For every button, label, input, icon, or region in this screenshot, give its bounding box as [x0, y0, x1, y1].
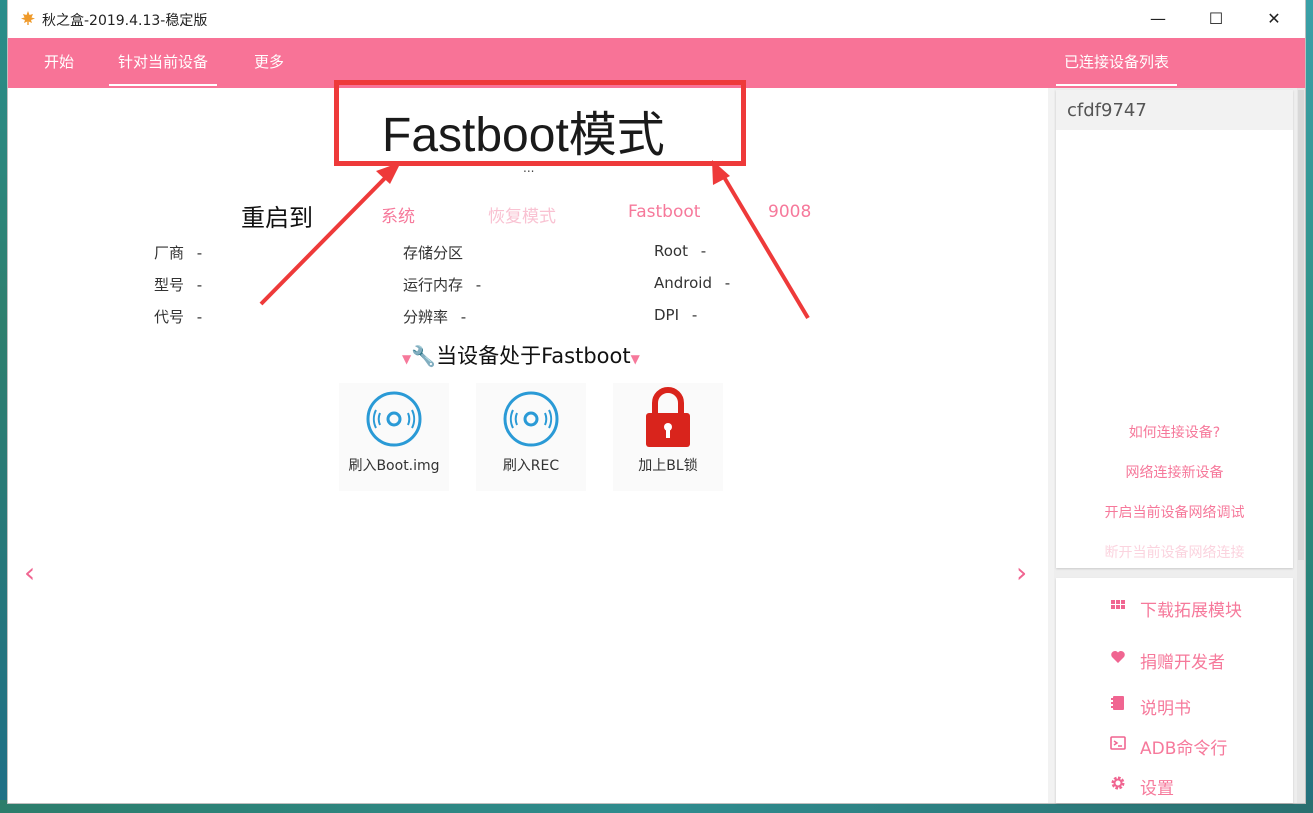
download-extensions-item[interactable]: 下载拓展模块 — [1111, 596, 1242, 622]
menu-label: 设置 — [1140, 779, 1174, 799]
side-menu-card: 下载拓展模块 捐赠开发者 说明书 ADB命令行 设置 — [1056, 578, 1293, 803]
menu-label: 捐赠开发者 — [1140, 653, 1225, 673]
reboot-system-button[interactable]: 系统 — [381, 202, 415, 227]
active-tab-indicator — [1056, 84, 1178, 86]
side-scrollbar-thumb[interactable] — [1298, 90, 1304, 560]
flash-boot-button[interactable]: 刷入Boot.img — [339, 383, 449, 491]
minimize-button[interactable]: — — [1129, 0, 1187, 38]
desktop-background-right — [1305, 0, 1313, 813]
info-label: 存储分区 — [403, 244, 464, 262]
action-label: 加上BL锁 — [638, 458, 698, 474]
menu-label: 下载拓展模块 — [1140, 601, 1242, 621]
info-label: 运行内存 — [403, 276, 464, 294]
info-value: - — [460, 308, 467, 326]
info-ram: 运行内存 - — [403, 274, 481, 295]
info-resolution: 分辨率 - — [403, 306, 466, 327]
network-connect-link[interactable]: 网络连接新设备 — [1056, 462, 1293, 482]
info-codename: 代号 - — [154, 306, 202, 327]
app-window: 秋之盒-2019.4.13-稳定版 — ☐ ✕ 开始 针对当前设备 更多 已连接… — [8, 0, 1305, 803]
reboot-to-label: 重启到 — [241, 204, 313, 232]
gear-icon — [1109, 775, 1127, 793]
heart-icon — [1109, 649, 1127, 667]
menu-label: ADB命令行 — [1140, 739, 1228, 759]
maximize-button[interactable]: ☐ — [1187, 0, 1245, 38]
tab-label: 针对当前设备 — [118, 53, 209, 71]
tab-label: 已连接设备列表 — [1064, 53, 1170, 71]
device-list-card: cfdf9747 如何连接设备? 网络连接新设备 开启当前设备网络调试 断开当前… — [1056, 90, 1293, 568]
info-value: - — [196, 308, 203, 326]
reboot-recovery-button[interactable]: 恢复模式 — [488, 202, 556, 227]
window-title: 秋之盒-2019.4.13-稳定版 — [42, 13, 208, 29]
close-button[interactable]: ✕ — [1245, 0, 1303, 38]
info-value: - — [196, 276, 203, 294]
info-value: - — [691, 306, 698, 324]
tab-more[interactable]: 更多 — [254, 38, 284, 88]
info-storage: 存储分区 — [403, 242, 471, 263]
manual-item[interactable]: 说明书 — [1111, 694, 1191, 720]
info-value: - — [196, 244, 203, 262]
info-label: 厂商 — [154, 244, 185, 262]
book-icon — [1109, 695, 1127, 713]
info-label: 分辨率 — [403, 308, 449, 326]
grid-icon — [1109, 597, 1127, 615]
disconnect-network-link[interactable]: 断开当前设备网络连接 — [1056, 542, 1293, 562]
active-tab-indicator — [109, 84, 218, 86]
info-model: 型号 - — [154, 274, 202, 295]
info-label: Android — [654, 274, 712, 292]
settings-item[interactable]: 设置 — [1111, 774, 1174, 800]
info-value: - — [475, 276, 482, 294]
title-bar: 秋之盒-2019.4.13-稳定版 — ☐ ✕ — [8, 0, 1305, 38]
tab-start[interactable]: 开始 — [44, 38, 74, 88]
triangle-down-icon: ▼ — [630, 352, 640, 366]
section-title-text: 当设备处于Fastboot — [436, 344, 631, 368]
info-manufacturer: 厂商 - — [154, 242, 202, 263]
disc-icon — [503, 391, 559, 447]
info-dpi: DPI - — [654, 306, 697, 324]
menu-label: 说明书 — [1140, 699, 1191, 719]
triangle-down-icon: ▼ — [402, 352, 412, 366]
enable-network-debug-link[interactable]: 开启当前设备网络调试 — [1056, 502, 1293, 522]
donate-item[interactable]: 捐赠开发者 — [1111, 648, 1225, 674]
info-label: DPI — [654, 306, 680, 324]
action-label: 刷入Boot.img — [348, 458, 440, 474]
action-label: 刷入REC — [502, 458, 560, 474]
disc-icon — [366, 391, 422, 447]
info-value: - — [724, 274, 731, 292]
flash-rec-button[interactable]: 刷入REC — [476, 383, 586, 491]
maple-leaf-icon — [20, 10, 36, 26]
how-to-connect-link[interactable]: 如何连接设备? — [1056, 422, 1293, 442]
next-page-button[interactable]: › — [1016, 556, 1027, 589]
wrench-icon: 🔧 — [411, 344, 437, 368]
info-root: Root - — [654, 242, 706, 260]
prev-page-button[interactable]: ‹ — [24, 556, 35, 589]
terminal-icon — [1109, 735, 1127, 753]
lock-icon — [646, 387, 690, 447]
reboot-9008-button[interactable]: 9008 — [768, 202, 811, 222]
info-label: Root — [654, 242, 688, 260]
tab-connected-devices[interactable]: 已连接设备列表 — [1056, 38, 1178, 88]
info-label: 代号 — [154, 308, 185, 326]
device-list-item[interactable]: cfdf9747 — [1056, 90, 1293, 130]
info-label: 型号 — [154, 276, 185, 294]
fastboot-section-title: ▼🔧当设备处于Fastboot▼ — [402, 340, 640, 370]
adb-shell-item[interactable]: ADB命令行 — [1110, 734, 1228, 760]
device-panel: Fastboot模式 ... 重启到 系统 恢复模式 Fastboot 9008… — [8, 80, 1048, 803]
tab-label: 开始 — [44, 53, 75, 71]
tab-current-device[interactable]: 针对当前设备 — [109, 38, 218, 88]
info-value: - — [700, 242, 707, 260]
relock-bl-button[interactable]: 加上BL锁 — [613, 383, 723, 491]
side-scrollbar[interactable] — [1297, 88, 1305, 803]
reboot-fastboot-button[interactable]: Fastboot — [628, 202, 700, 222]
info-android: Android - — [654, 274, 730, 292]
tab-label: 更多 — [254, 53, 285, 71]
device-list-panel: cfdf9747 如何连接设备? 网络连接新设备 开启当前设备网络调试 断开当前… — [1054, 88, 1305, 803]
